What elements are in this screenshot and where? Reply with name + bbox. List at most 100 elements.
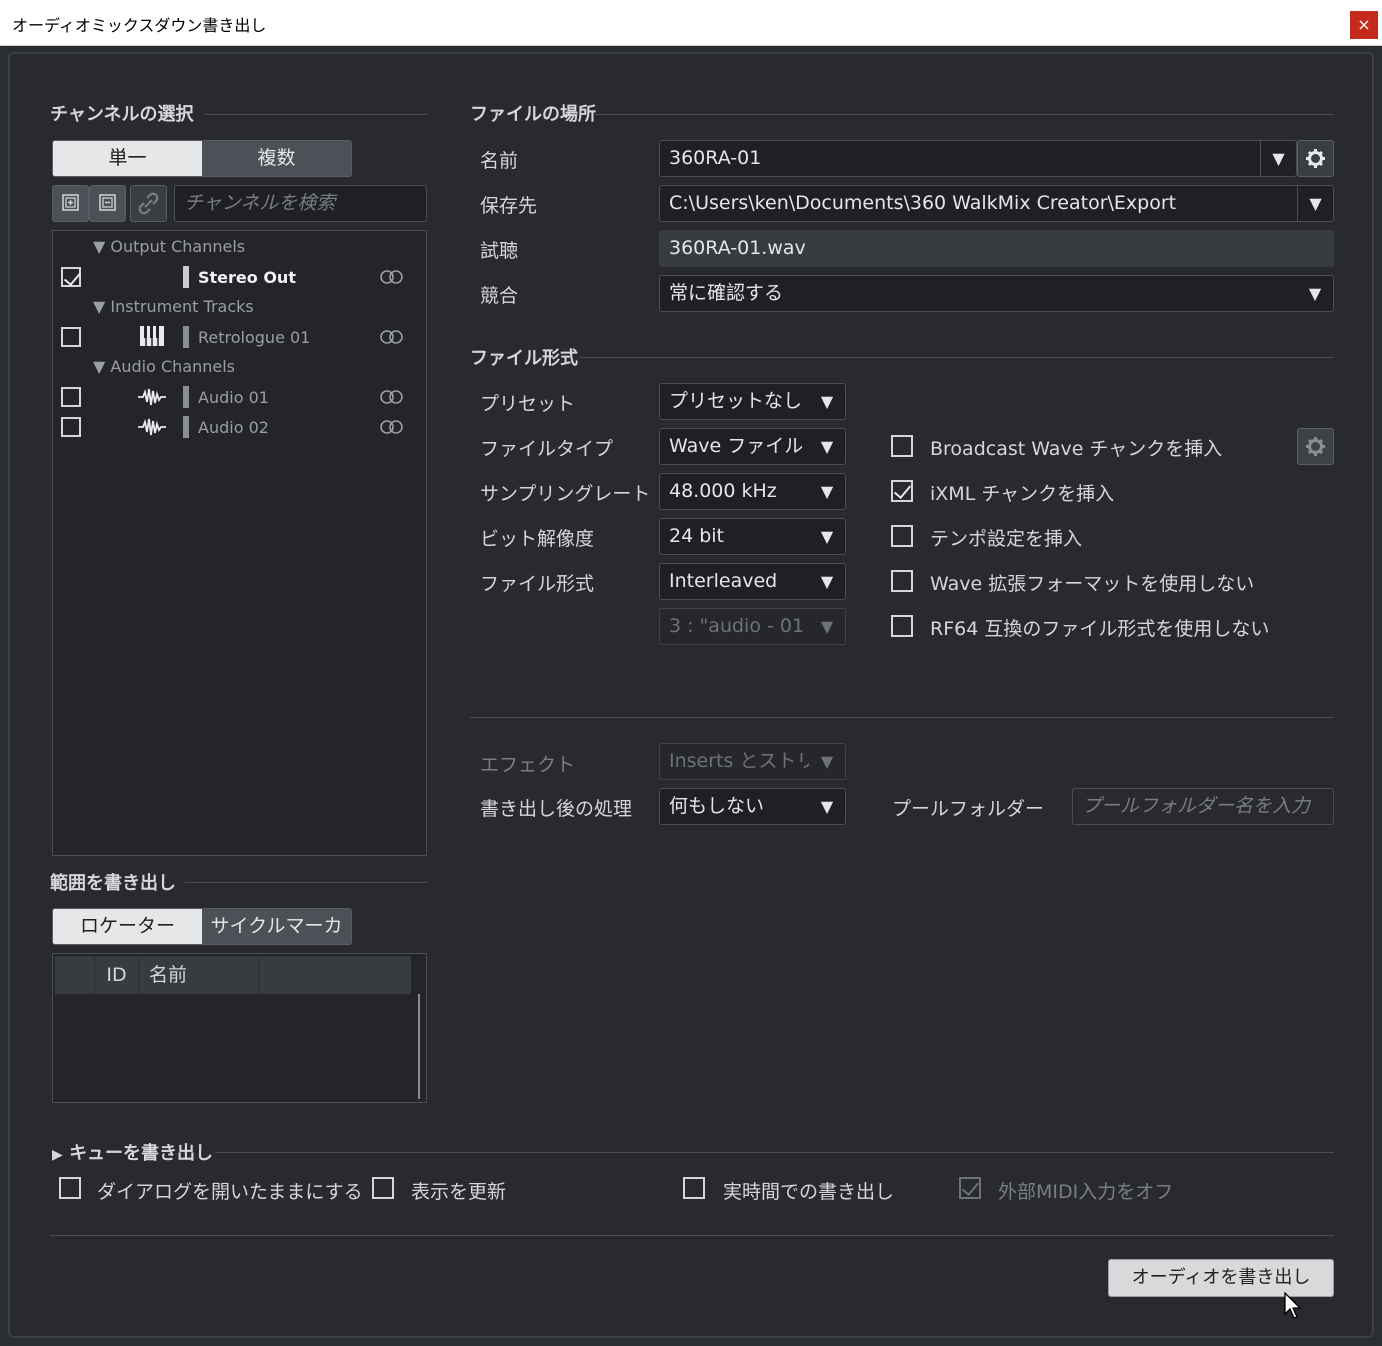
channel-label-retrologue[interactable]: Retrologue 01: [198, 328, 310, 347]
realtime-export-label[interactable]: 実時間での書き出し: [723, 1177, 894, 1204]
column-header-select[interactable]: [55, 956, 95, 994]
tree-group-output[interactable]: ▼ Output Channels: [93, 237, 245, 256]
broadcast-wave-label[interactable]: Broadcast Wave チャンクを挿入: [930, 434, 1222, 461]
bit-depth-select[interactable]: 24 bit ▼: [659, 518, 846, 555]
channel-label-stereo-out[interactable]: Stereo Out: [198, 268, 296, 287]
sample-rate-select[interactable]: 48.000 kHz ▼: [659, 473, 846, 510]
chevron-down-icon[interactable]: ▼: [809, 384, 845, 419]
chevron-down-icon[interactable]: ▼: [809, 564, 845, 599]
rf64-label[interactable]: RF64 互換のファイル形式を使用しない: [930, 614, 1269, 641]
expand-triangle-icon: ▼: [93, 357, 106, 376]
channel-mode-single[interactable]: 単一: [53, 141, 202, 176]
pool-folder-input[interactable]: プールフォルダー名を入力: [1072, 788, 1334, 825]
window-title: オーディオミックスダウン書き出し: [12, 16, 267, 35]
ixml-label[interactable]: iXML チャンクを挿入: [930, 479, 1114, 506]
tempo-checkbox[interactable]: [891, 525, 913, 547]
column-header-name[interactable]: 名前: [139, 956, 259, 994]
channel-mode-multi[interactable]: 複数: [202, 141, 351, 176]
divider: [185, 882, 427, 883]
conflict-label: 競合: [480, 285, 519, 307]
wave-extensible-label[interactable]: Wave 拡張フォーマットを使用しない: [930, 569, 1254, 596]
update-display-label[interactable]: 表示を更新: [411, 1177, 506, 1204]
channel-tree: ▼ Output Channels Stereo Out ▼ Instrumen…: [52, 230, 427, 856]
format-select[interactable]: Interleaved ▼: [659, 563, 846, 600]
channel-mode-toggle: 単一 複数: [52, 140, 352, 177]
tempo-label[interactable]: テンポ設定を挿入: [930, 524, 1082, 551]
expand-triangle-icon: ▼: [93, 237, 106, 256]
channel-checkbox-audio-01[interactable]: [61, 387, 81, 407]
name-settings-button[interactable]: [1297, 140, 1334, 177]
broadcast-settings-button[interactable]: [1297, 428, 1334, 465]
gear-icon: [1306, 437, 1325, 456]
keep-open-checkbox[interactable]: [59, 1177, 81, 1199]
tree-group-instrument[interactable]: ▼ Instrument Tracks: [93, 297, 254, 316]
export-dialog-window: オーディオミックスダウン書き出し × チャンネルの選択 単一 複数 チャンネルを…: [0, 0, 1382, 1346]
divider: [215, 1152, 1334, 1153]
channel-label-audio-01[interactable]: Audio 01: [198, 388, 269, 407]
divider: [50, 1235, 1334, 1236]
ixml-checkbox[interactable]: [891, 480, 913, 502]
stereo-link-icon[interactable]: [379, 419, 405, 435]
channel-label-audio-02[interactable]: Audio 02: [198, 418, 269, 437]
channel-checkbox-retrologue[interactable]: [61, 327, 81, 347]
chevron-down-icon[interactable]: ▼: [809, 789, 845, 824]
chevron-down-icon[interactable]: ▼: [809, 429, 845, 464]
stereo-link-icon[interactable]: [379, 329, 405, 345]
range-table: ID 名前: [52, 953, 427, 1103]
channel-color-bar: [183, 416, 189, 438]
chevron-down-icon[interactable]: ▼: [809, 474, 845, 509]
divider: [470, 717, 1334, 718]
range-mode-cycle[interactable]: サイクルマーカー: [202, 909, 351, 944]
format-label: ファイル形式: [480, 573, 595, 595]
queue-section-title[interactable]: ▶ キューを書き出し: [52, 1139, 213, 1165]
wave-extensible-checkbox[interactable]: [891, 570, 913, 592]
file-type-select[interactable]: Wave ファイル ▼: [659, 428, 846, 465]
preview-filename: 360RA-01.wav: [659, 230, 1334, 267]
pool-folder-label: プールフォルダー: [892, 798, 1045, 820]
channel-checkbox-stereo-out[interactable]: [61, 267, 81, 287]
midi-off-label: 外部MIDI入力をオフ: [998, 1181, 1174, 1203]
sample-rate-label: サンプリングレート: [480, 483, 651, 505]
divider: [205, 114, 427, 115]
range-mode-locator[interactable]: ロケーター: [53, 909, 202, 944]
realtime-export-checkbox[interactable]: [683, 1177, 705, 1199]
name-label: 名前: [480, 150, 519, 172]
file-name-input[interactable]: 360RA-01 ▼: [659, 140, 1297, 177]
file-location-section-title: ファイルの場所: [470, 104, 596, 125]
rf64-checkbox[interactable]: [891, 615, 913, 637]
chevron-down-icon[interactable]: ▼: [1297, 276, 1333, 311]
scrollbar[interactable]: [418, 994, 420, 1099]
conflict-select[interactable]: 常に確認する ▼: [659, 275, 1334, 312]
title-bar: オーディオミックスダウン書き出し ×: [0, 0, 1382, 46]
expand-all-icon: [62, 194, 79, 211]
chevron-down-icon[interactable]: ▼: [809, 519, 845, 554]
collapse-all-button[interactable]: [89, 185, 126, 222]
chevron-down-icon: ▼: [809, 609, 845, 644]
keep-open-label[interactable]: ダイアログを開いたままにする: [97, 1177, 363, 1204]
channel-checkbox-audio-02[interactable]: [61, 417, 81, 437]
divider: [595, 114, 1334, 115]
stereo-link-icon[interactable]: [379, 269, 405, 285]
tree-group-audio[interactable]: ▼ Audio Channels: [93, 357, 235, 376]
after-export-select[interactable]: 何もしない ▼: [659, 788, 846, 825]
chevron-down-icon: ▼: [809, 744, 845, 779]
channel-split-select: 3 : "audio - 01 (L. ▼: [659, 608, 846, 645]
mouse-cursor-icon: [1284, 1292, 1302, 1319]
chevron-down-icon[interactable]: ▼: [1260, 141, 1296, 176]
preset-select[interactable]: プリセットなし ▼: [659, 383, 846, 420]
preset-label: プリセット: [480, 393, 576, 415]
path-input[interactable]: C:\Users\ken\Documents\360 WalkMix Creat…: [659, 185, 1334, 222]
close-button[interactable]: ×: [1350, 11, 1378, 39]
link-button[interactable]: [130, 185, 167, 222]
channel-section-title: チャンネルの選択: [50, 104, 194, 125]
expand-all-button[interactable]: [52, 185, 89, 222]
gear-icon: [1306, 149, 1325, 168]
stereo-link-icon[interactable]: [379, 389, 405, 405]
file-type-label: ファイルタイプ: [480, 438, 614, 460]
chevron-down-icon[interactable]: ▼: [1297, 186, 1333, 221]
channel-search-input[interactable]: チャンネルを検索: [174, 185, 427, 222]
column-header-id[interactable]: ID: [95, 956, 139, 994]
after-export-label: 書き出し後の処理: [480, 798, 633, 820]
update-display-checkbox[interactable]: [372, 1177, 394, 1199]
broadcast-wave-checkbox[interactable]: [891, 435, 913, 457]
